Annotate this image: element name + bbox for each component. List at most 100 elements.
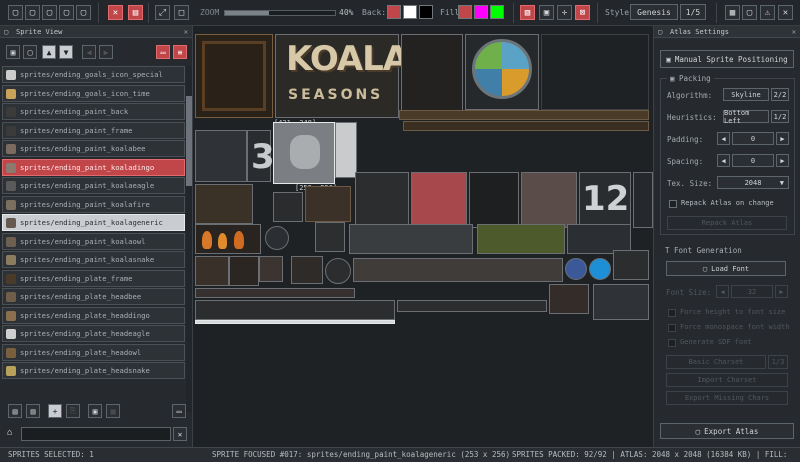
- load-font-button[interactable]: ▢ Load Font: [666, 261, 786, 276]
- move-left-icon[interactable]: ◀: [82, 45, 96, 59]
- sprite-koala-brown[interactable]: [521, 172, 577, 228]
- sprite-tornados[interactable]: [349, 224, 473, 254]
- background-color-white[interactable]: [403, 5, 417, 19]
- list-item[interactable]: sprites/ending_goals_icon_special: [2, 66, 185, 83]
- fullscreen-icon[interactable]: ▢: [742, 5, 757, 20]
- sprite-list-scrollbar[interactable]: [186, 66, 192, 412]
- algorithm-pager[interactable]: 2/2: [771, 88, 789, 101]
- list-item[interactable]: sprites/ending_paint_koalasnake: [2, 251, 185, 268]
- select-all-icon[interactable]: ▣: [6, 45, 20, 59]
- copy-icon[interactable]: ⎘: [66, 404, 80, 418]
- sprite-logo[interactable]: KOALA SEASONS [431, 348]: [274, 34, 409, 127]
- image-mode-icon[interactable]: ▣: [539, 5, 554, 20]
- list-delete-icon[interactable]: ≡: [173, 45, 187, 59]
- new-file-icon[interactable]: ▢: [8, 5, 23, 20]
- sprite-empty[interactable]: [541, 34, 649, 110]
- spacing-increment[interactable]: ▶: [776, 154, 789, 167]
- sprite-koala-heads-row[interactable]: [353, 258, 563, 282]
- open-file-icon[interactable]: ▢: [25, 5, 40, 20]
- sprite-head-1[interactable]: [195, 256, 229, 286]
- export-missing-chars-button[interactable]: Export Missing Chars: [666, 391, 788, 405]
- zoom-reset-icon[interactable]: □: [174, 5, 189, 20]
- sprite-number-3[interactable]: 3: [247, 130, 275, 182]
- scrollbar-thumb[interactable]: [186, 96, 192, 186]
- zoom-fit-icon[interactable]: ⤢: [155, 5, 170, 20]
- sprite-branch[interactable]: [305, 186, 351, 222]
- import-icon[interactable]: ▥: [26, 404, 40, 418]
- color-picker-icon[interactable]: ▧: [520, 5, 535, 20]
- folder-icon[interactable]: ▭: [156, 45, 170, 59]
- sprite-small-strip[interactable]: [195, 288, 355, 298]
- fill-color-green[interactable]: [490, 5, 504, 19]
- sprite-frame[interactable]: [195, 34, 273, 118]
- info-icon[interactable]: ⚠: [760, 5, 775, 20]
- sprite-koala-red[interactable]: [411, 172, 467, 228]
- atlas-canvas[interactable]: KOALA SEASONS [431, 348] 3 [253, 256] 12: [193, 26, 653, 447]
- move-down-icon[interactable]: ▼: [59, 45, 73, 59]
- force-monospace-checkbox[interactable]: [668, 324, 676, 332]
- padding-decrement[interactable]: ◀: [717, 132, 730, 145]
- zoom-slider[interactable]: [224, 10, 336, 16]
- sprite-facebook[interactable]: [565, 258, 587, 280]
- list-item[interactable]: sprites/ending_paint_koalaowl: [2, 232, 185, 250]
- font-size-increment[interactable]: ▶: [775, 285, 788, 298]
- sprite-skeleton[interactable]: [355, 172, 409, 228]
- force-height-checkbox[interactable]: [668, 309, 676, 317]
- texsize-select[interactable]: 2048 ▼: [717, 176, 789, 189]
- style-pager[interactable]: 1/5: [680, 4, 706, 20]
- padding-increment[interactable]: ▶: [776, 132, 789, 145]
- sprite-koala-black[interactable]: [469, 172, 519, 228]
- sprite-season-wheel[interactable]: [465, 34, 539, 110]
- export-file-icon[interactable]: ▢: [59, 5, 74, 20]
- plus-icon[interactable]: +: [48, 404, 62, 418]
- generate-sdf-checkbox[interactable]: [668, 339, 676, 347]
- repack-atlas-button[interactable]: Repack Atlas: [667, 216, 787, 230]
- list-item[interactable]: sprites/ending_paint_back: [2, 103, 185, 120]
- sprite-head-4[interactable]: [291, 256, 323, 284]
- delete-sprite-icon[interactable]: ✕: [108, 5, 123, 20]
- background-color-red[interactable]: [387, 5, 401, 19]
- list-item[interactable]: sprites/ending_plate_headeagle: [2, 325, 185, 342]
- sprite-dark-panel[interactable]: [401, 34, 463, 118]
- fill-color-magenta[interactable]: [474, 5, 488, 19]
- image-icon[interactable]: ▣: [88, 404, 102, 418]
- sprite-flames[interactable]: [195, 224, 261, 254]
- sprite-head-2[interactable]: [229, 256, 259, 286]
- spacing-value[interactable]: 0: [732, 154, 774, 167]
- background-color-black[interactable]: [419, 5, 433, 19]
- clear-filter-icon[interactable]: ✕: [173, 427, 187, 441]
- crosshair-icon[interactable]: ✛: [557, 5, 572, 20]
- font-size-decrement[interactable]: ◀: [716, 285, 729, 298]
- sprite-round-icon[interactable]: [325, 258, 351, 284]
- sprite-birds[interactable]: [477, 224, 565, 254]
- list-item[interactable]: sprites/ending_goals_icon_time: [2, 84, 185, 102]
- list-item[interactable]: sprites/ending_paint_koalaeagle: [2, 177, 185, 194]
- font-size-value[interactable]: 32: [731, 285, 773, 298]
- style-select[interactable]: Genesis: [630, 4, 678, 20]
- sprite-icons[interactable]: [549, 284, 589, 314]
- import-charset-button[interactable]: Import Charset: [666, 373, 788, 387]
- move-up-icon[interactable]: ▲: [42, 45, 56, 59]
- save-as-icon[interactable]: ▢: [76, 5, 91, 20]
- sprite-number-12[interactable]: 12: [579, 172, 631, 228]
- list-item[interactable]: sprites/ending_plate_headbee: [2, 288, 185, 305]
- sprite-icons-2[interactable]: [593, 284, 649, 320]
- spacing-decrement[interactable]: ◀: [717, 154, 730, 167]
- heuristics-pager[interactable]: 1/2: [771, 110, 789, 123]
- padding-value[interactable]: 0: [732, 132, 774, 145]
- sprite-color-wheel[interactable]: [315, 222, 345, 252]
- sprite-wood-strip-2[interactable]: [403, 121, 649, 131]
- deselect-icon[interactable]: ▢: [23, 45, 37, 59]
- list-item[interactable]: sprites/ending_paint_koalabee: [2, 140, 185, 157]
- list-item[interactable]: sprites/ending_plate_headdingo: [2, 306, 185, 324]
- sprite-white-bar[interactable]: [195, 320, 395, 324]
- list-item[interactable]: sprites/ending_paint_frame: [2, 121, 185, 139]
- move-right-icon[interactable]: ▶: [99, 45, 113, 59]
- sprite-small-tiles-2[interactable]: [397, 300, 547, 312]
- heuristics-select[interactable]: Bottom Left: [723, 109, 769, 125]
- sprite-small-tiles[interactable]: [195, 300, 395, 320]
- list-item[interactable]: sprites/ending_paint_koalageneric: [2, 214, 185, 231]
- export-atlas-button[interactable]: ▢ Export Atlas: [660, 423, 794, 439]
- repack-on-change-checkbox[interactable]: [669, 200, 677, 208]
- basic-charset-pager[interactable]: 1/3: [768, 355, 788, 369]
